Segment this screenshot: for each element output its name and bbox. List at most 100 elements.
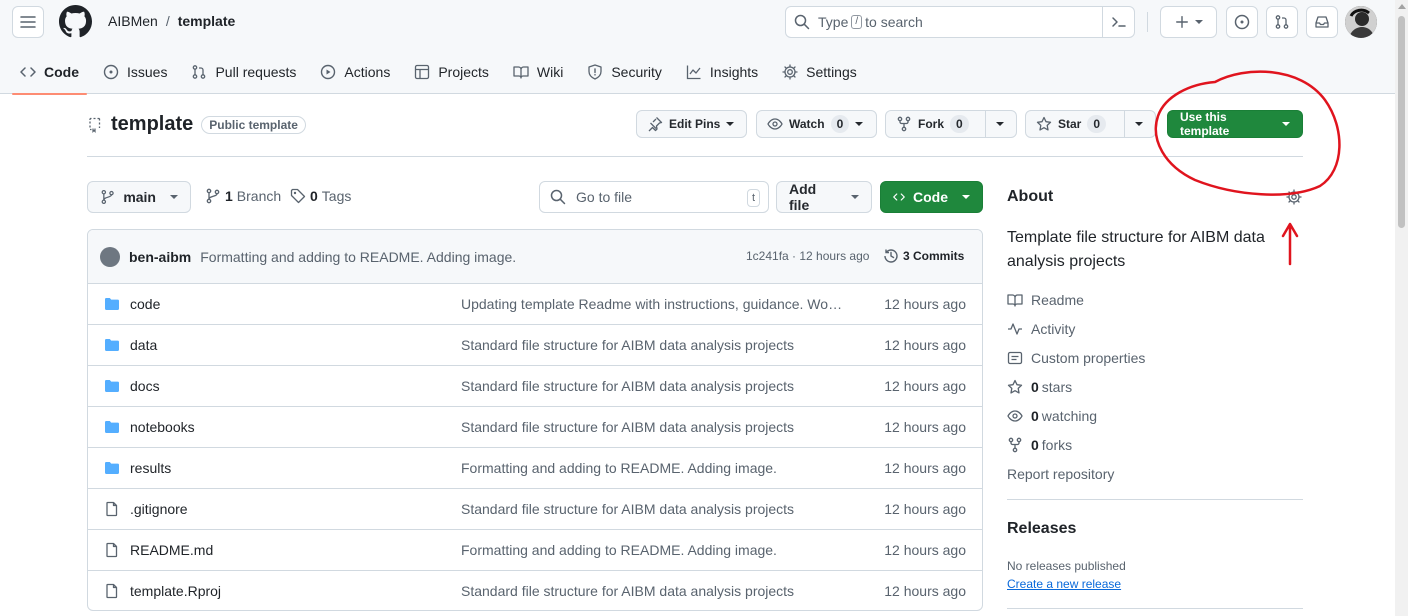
file-name[interactable]: notebooks [130,419,195,435]
inbox-button[interactable] [1306,6,1338,38]
divider [87,156,1303,157]
go-to-file-input[interactable]: Go to file t [539,181,769,213]
issues-button[interactable] [1226,6,1258,38]
watching-label: watching [1041,408,1098,424]
pulse-icon [1008,323,1022,335]
tab-projects[interactable]: Projects [406,50,497,94]
about-heading: About [1007,188,1054,205]
breadcrumb-owner[interactable]: AIBMen [108,13,158,29]
star-label: Star [1058,117,1082,131]
file-name[interactable]: README.md [130,542,213,558]
search-input[interactable]: Type / to search [785,6,1135,38]
avatar[interactable] [1345,6,1377,38]
file-name[interactable]: .gitignore [130,501,188,517]
tab-security[interactable]: Security [579,50,670,94]
file-table: ben-aibm Formatting and adding to README… [87,229,983,611]
folder-icon [105,298,119,310]
github-logo-icon[interactable] [59,5,92,38]
go-to-file-placeholder: Go to file [576,189,633,205]
watching-link[interactable]: 0 watching [1007,408,1097,424]
tab-insights[interactable]: Insights [678,50,766,94]
file-name[interactable]: data [130,337,157,353]
file-commit-time: 12 hours ago [884,419,966,435]
report-repository-link[interactable]: Report repository [1007,466,1114,482]
file-name[interactable]: results [130,460,171,476]
fork-button-group: Fork 0 [885,110,1017,138]
breadcrumb: AIBMen / template [108,13,235,29]
pull-requests-button[interactable] [1266,6,1298,38]
branch-selector[interactable]: main [87,181,191,213]
chevron-down-icon [851,195,859,199]
repo-description: Template file structure for AIBM data an… [1007,229,1265,270]
tab-label: Projects [438,64,489,80]
create-new-button[interactable] [1160,6,1217,38]
add-file-button[interactable]: Add file [776,181,872,213]
chevron-down-icon [855,122,864,126]
tab-wiki[interactable]: Wiki [505,50,571,94]
tab-label: Issues [127,64,168,80]
forks-link[interactable]: 0 forks [1007,437,1072,453]
tab-issues[interactable]: Issues [95,50,175,94]
code-button[interactable]: Code [880,181,983,213]
file-commit-message[interactable]: Standard file structure for AIBM data an… [461,583,846,599]
file-icon [106,583,118,599]
avatar[interactable] [100,246,120,267]
fork-button[interactable]: Fork 0 [886,111,985,137]
custom-properties-link[interactable]: Custom properties [1007,350,1145,366]
file-commit-message[interactable]: Standard file structure for AIBM data an… [461,419,846,435]
repo-name[interactable]: template [111,113,193,136]
branches-link[interactable]: 1 Branch [205,188,281,204]
forks-count: 0 [1031,437,1039,453]
chevron-down-icon [996,122,1004,126]
tab-code[interactable]: Code [12,50,87,95]
menu-button[interactable] [12,6,44,38]
activity-link[interactable]: Activity [1007,321,1075,337]
tab-actions[interactable]: Actions [312,50,398,94]
scrollbar[interactable] [1395,0,1408,616]
use-template-button[interactable]: Use this template [1167,110,1303,138]
folder-icon [105,421,119,433]
create-release-link[interactable]: Create a new release [1007,577,1121,591]
table-row: results Formatting and adding to README. … [88,448,982,489]
edit-pins-button[interactable]: Edit Pins [636,110,747,138]
folder-icon [105,380,119,392]
file-commit-message[interactable]: Standard file structure for AIBM data an… [461,337,846,353]
commit-author[interactable]: ben-aibm [129,249,191,265]
search-icon [794,14,810,30]
chevron-down-icon [1135,122,1143,126]
file-name[interactable]: docs [130,378,160,394]
tab-pull-requests[interactable]: Pull requests [183,50,304,94]
commit-message[interactable]: Formatting and adding to README. Adding … [200,249,516,265]
stars-link[interactable]: 0 stars [1007,379,1072,395]
fork-dropdown[interactable] [985,111,1014,137]
gear-icon[interactable] [1286,189,1302,205]
tags-link[interactable]: 0 Tags [290,188,351,204]
forks-label: forks [1041,437,1073,453]
file-commit-message[interactable]: Standard file structure for AIBM data an… [461,378,846,394]
readme-link[interactable]: Readme [1007,292,1084,308]
star-button[interactable]: Star 0 [1026,111,1124,137]
visibility-badge: Public template [201,115,306,134]
commit-sha-time[interactable]: 1c241fa · 12 hours ago [746,249,869,263]
star-dropdown[interactable] [1124,111,1153,137]
command-palette-button[interactable] [1102,7,1134,37]
breadcrumb-repo[interactable]: template [178,13,236,29]
file-commit-message[interactable]: Standard file structure for AIBM data an… [461,501,846,517]
commits-link[interactable]: 3 Commits [883,248,964,264]
releases-heading[interactable]: Releases [1007,520,1076,538]
watch-count: 0 [830,115,850,133]
file-commit-message[interactable]: Updating template Readme with instructio… [461,296,846,312]
scrollbar-thumb[interactable] [1398,16,1405,228]
file-commit-message[interactable]: Formatting and adding to README. Adding … [461,542,846,558]
file-name[interactable]: template.Rproj [130,583,221,599]
global-header: AIBMen / template Type / to search Code … [0,0,1395,95]
repo-template-icon [89,117,101,133]
tab-label: Settings [806,64,857,80]
book-icon [513,66,529,79]
file-name[interactable]: code [130,296,160,312]
file-commit-message[interactable]: Formatting and adding to README. Adding … [461,460,846,476]
star-icon [1036,116,1052,131]
tab-settings[interactable]: Settings [774,50,865,94]
scroll-up-arrow-icon[interactable] [1398,4,1406,9]
watch-button[interactable]: Watch 0 [756,110,877,138]
